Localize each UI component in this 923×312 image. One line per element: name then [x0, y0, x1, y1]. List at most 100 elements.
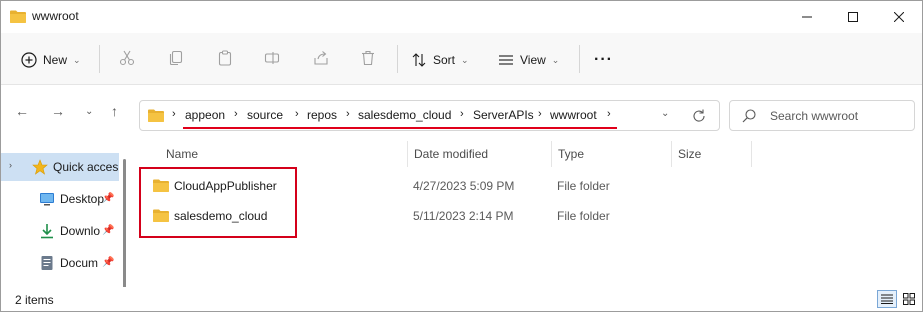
address-history-chevron-icon[interactable]: ⌄ [661, 108, 669, 119]
sidebar-item-quick-access[interactable]: › Quick acces [1, 153, 119, 181]
tiles-view-icon [903, 293, 915, 305]
breadcrumb-salesdemo-cloud[interactable]: salesdemo_cloud [358, 108, 451, 122]
sidebar-item-label: Quick acces [53, 160, 119, 174]
sort-label: Sort [433, 53, 456, 67]
column-divider[interactable] [751, 141, 752, 167]
chevron-down-icon: ⌄ [551, 54, 560, 65]
column-header-name[interactable]: Name [166, 147, 198, 161]
share-icon [314, 51, 328, 65]
scissors-icon [119, 50, 135, 66]
column-divider[interactable] [407, 141, 408, 167]
column-divider[interactable] [671, 141, 672, 167]
search-input[interactable]: Search wwwroot [729, 100, 915, 131]
breadcrumb-separator-icon[interactable]: › [538, 108, 542, 120]
forward-button[interactable]: → [51, 103, 65, 119]
file-date-modified: 4/27/2023 5:09 PM [413, 179, 515, 193]
pin-icon: 📌 [102, 257, 115, 268]
sidebar-item-label: Desktop [60, 192, 105, 206]
paste-button[interactable] [214, 47, 236, 69]
breadcrumb-source[interactable]: source [247, 108, 283, 122]
pin-icon: 📌 [102, 193, 115, 204]
chevron-down-icon: ⌄ [73, 54, 81, 65]
desktop-icon [40, 193, 54, 206]
breadcrumb-repos[interactable]: repos [307, 108, 337, 122]
close-button[interactable] [876, 1, 922, 33]
sidebar-item-label: Downlo [60, 224, 101, 238]
search-icon [742, 109, 756, 123]
download-icon [41, 224, 53, 239]
status-bar: 2 items [1, 287, 922, 311]
breadcrumb-serverapis[interactable]: ServerAPIs [473, 108, 534, 122]
minimize-button[interactable] [784, 1, 830, 33]
more-options-icon: ··· [594, 51, 613, 68]
more-options-button[interactable]: ··· [594, 46, 613, 74]
file-date-modified: 5/11/2023 2:14 PM [413, 209, 514, 223]
navigation-bar: ← → ⌄ ↑ › appeon › source › repos › sale… [1, 85, 922, 139]
folder-icon [10, 10, 26, 23]
details-view-button[interactable] [877, 290, 897, 308]
new-label: New [43, 53, 68, 67]
breadcrumb-appeon[interactable]: appeon [185, 108, 225, 122]
address-path-underline [183, 127, 617, 129]
file-explorer-window: wwwroot New ⌄ Sort ⌄ View ⌄ ··· ← → ⌄ ↑ … [0, 0, 923, 312]
up-button[interactable]: ↑ [111, 103, 118, 119]
expand-chevron-icon[interactable]: › [9, 160, 12, 170]
toolbar-divider [397, 45, 398, 73]
document-icon [41, 256, 53, 270]
title-bar: wwwroot [1, 1, 922, 33]
delete-button[interactable] [357, 47, 379, 69]
toolbar-divider [99, 45, 100, 73]
sidebar-item-documents[interactable]: Docum 📌 [1, 249, 119, 277]
column-header-date-modified[interactable]: Date modified [414, 147, 488, 161]
refresh-icon[interactable] [692, 109, 706, 123]
maximize-button[interactable] [830, 1, 876, 33]
view-label: View [520, 53, 546, 67]
trash-icon [362, 50, 374, 66]
item-count: 2 items [15, 293, 54, 307]
column-header-type[interactable]: Type [558, 147, 584, 161]
details-view-icon [881, 294, 893, 304]
clipboard-icon [218, 50, 232, 66]
highlight-annotation-box [139, 167, 297, 238]
maximize-icon [848, 12, 858, 22]
rename-icon [264, 52, 280, 64]
tiles-view-button[interactable] [899, 290, 919, 308]
star-icon [32, 159, 48, 175]
chevron-down-icon: ⌄ [461, 54, 469, 65]
view-list-icon [499, 55, 513, 65]
sort-button[interactable]: Sort ⌄ [411, 46, 469, 74]
breadcrumb-wwwroot[interactable]: wwwroot [550, 108, 597, 122]
share-button[interactable] [310, 47, 332, 69]
breadcrumb-separator-icon[interactable]: › [607, 108, 611, 120]
file-type: File folder [557, 179, 610, 193]
column-header-size[interactable]: Size [678, 147, 701, 161]
sidebar-scrollbar[interactable] [123, 159, 126, 291]
file-type: File folder [557, 209, 610, 223]
rename-button[interactable] [261, 47, 283, 69]
cut-button[interactable] [116, 47, 138, 69]
copy-button[interactable] [165, 47, 187, 69]
sidebar-item-downloads[interactable]: Downlo 📌 [1, 217, 119, 245]
folder-icon [148, 109, 164, 122]
plus-circle-icon [21, 52, 37, 68]
breadcrumb-separator-icon[interactable]: › [295, 108, 299, 120]
back-button[interactable]: ← [15, 103, 29, 119]
pin-icon: 📌 [102, 225, 115, 236]
recent-locations-chevron-icon[interactable]: ⌄ [85, 106, 93, 117]
navigation-pane: › Quick acces Desktop 📌 Downlo 📌 Docum 📌 [1, 139, 132, 291]
column-divider[interactable] [551, 141, 552, 167]
window-title: wwwroot [32, 9, 79, 23]
breadcrumb-separator-icon[interactable]: › [234, 108, 238, 120]
breadcrumb-separator-icon[interactable]: › [172, 108, 176, 120]
breadcrumb-separator-icon[interactable]: › [346, 108, 350, 120]
view-button[interactable]: View ⌄ [498, 46, 559, 74]
breadcrumb-separator-icon[interactable]: › [460, 108, 464, 120]
minimize-icon [802, 16, 812, 18]
new-button[interactable]: New ⌄ [21, 46, 81, 74]
sidebar-item-desktop[interactable]: Desktop 📌 [1, 185, 119, 213]
toolbar-divider [579, 45, 580, 73]
copy-icon [169, 50, 183, 66]
command-bar: New ⌄ Sort ⌄ View ⌄ ··· [1, 33, 922, 85]
sort-icon [412, 53, 426, 67]
close-icon [894, 12, 904, 22]
